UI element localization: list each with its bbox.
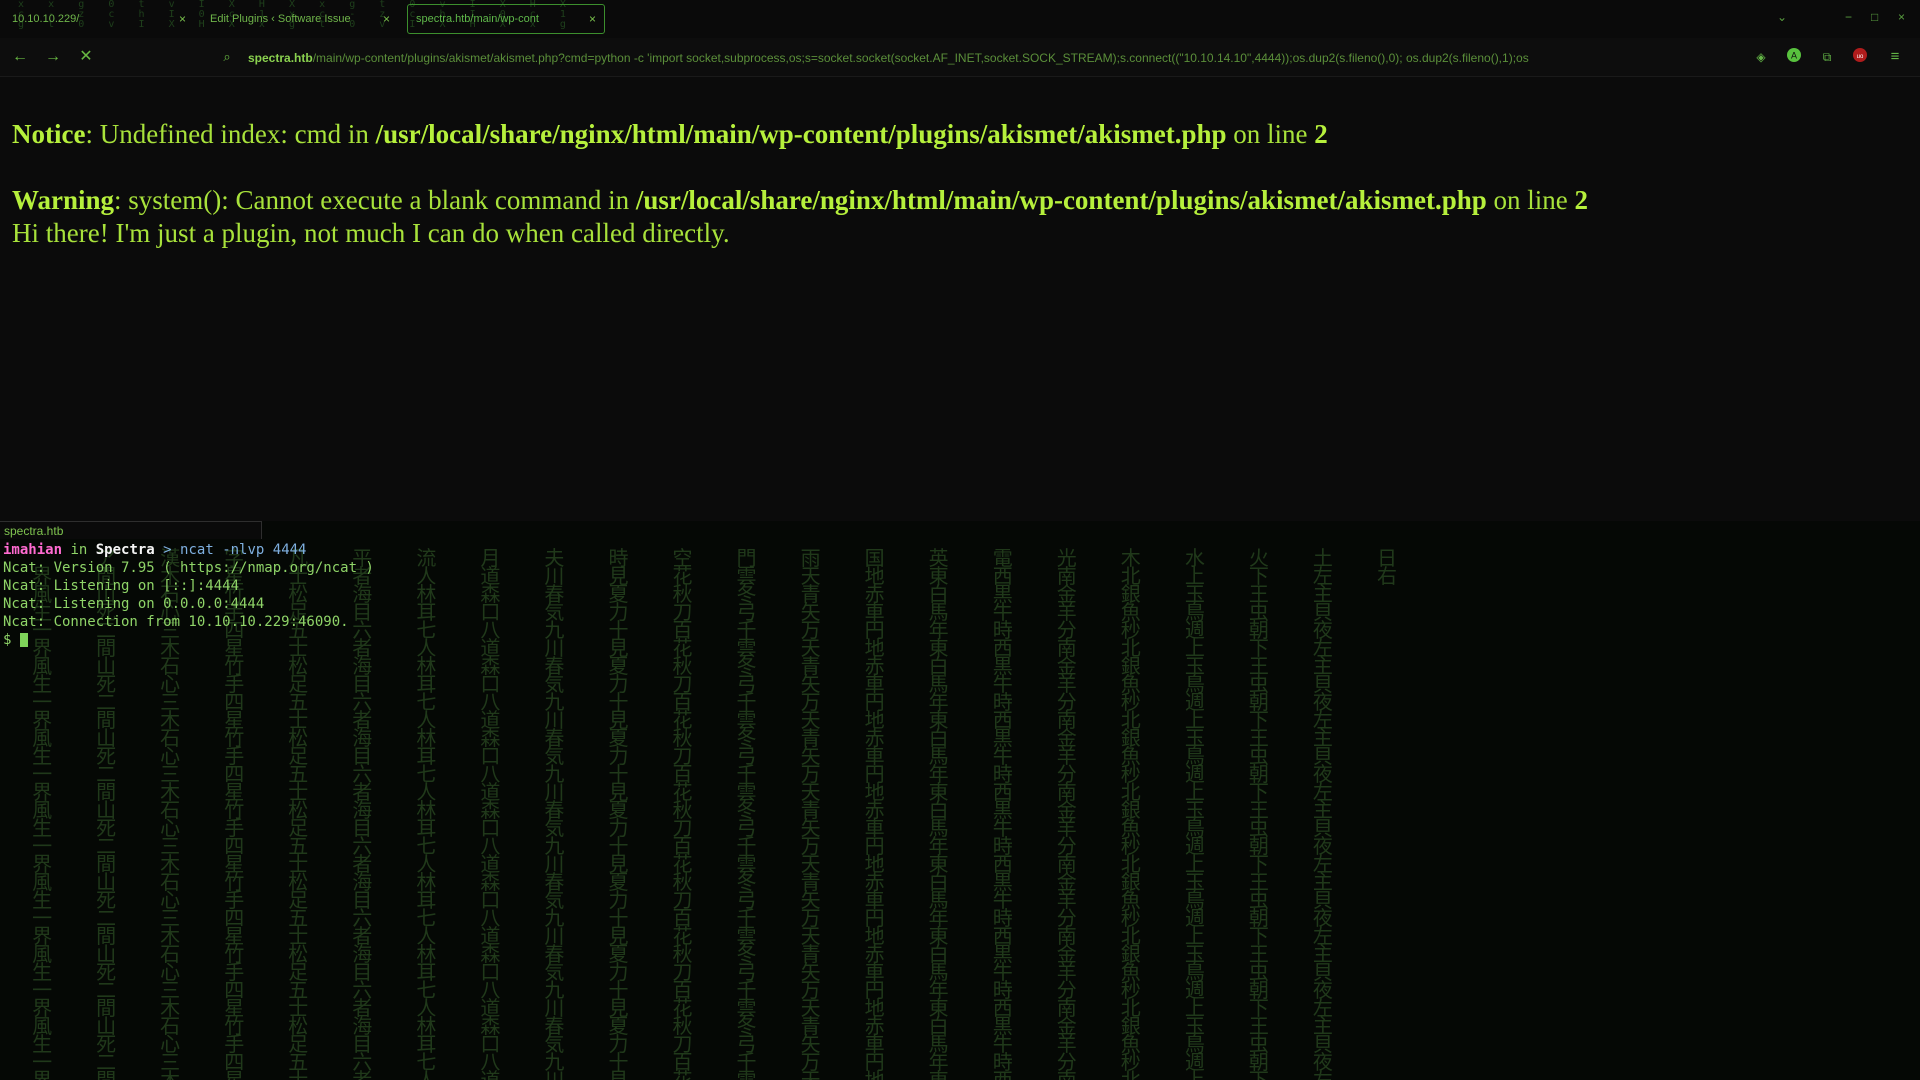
output-line: Ncat: Listening on 0.0.0.0:4444	[3, 596, 265, 612]
tab-edit-plugins[interactable]: Edit Plugins ‹ Software Issue ×	[202, 4, 398, 34]
command-text: ncat -nlvp 4444	[180, 542, 307, 558]
extensions-icon[interactable]: ⧉	[1818, 48, 1836, 66]
ublock-icon[interactable]: uo	[1851, 48, 1869, 66]
tab-title: Edit Plugins ‹ Software Issue	[210, 13, 351, 25]
warning-message: Warning: system(): Cannot execute a blan…	[12, 184, 1902, 217]
search-icon: ⌕	[223, 49, 231, 64]
close-icon[interactable]: ×	[589, 12, 596, 26]
prompt-host: Spectra	[95, 542, 155, 558]
close-window-icon[interactable]: ×	[1898, 10, 1905, 24]
shell-prompt: $	[3, 632, 20, 648]
output-line: Ncat: Connection from 10.10.10.229:46090…	[3, 614, 349, 630]
chevron-down-icon[interactable]: ⌄	[1777, 10, 1787, 24]
svg-text:A: A	[1791, 51, 1797, 61]
tab-title: 10.10.10.229/	[12, 13, 80, 25]
notice-text: : Undefined index: cmd in	[85, 119, 376, 149]
warning-line: 2	[1574, 185, 1589, 215]
notice-path: /usr/local/share/nginx/html/main/wp-cont…	[375, 119, 1227, 149]
prompt-arrow: >	[154, 542, 181, 558]
tab-bar: x x g 0 t v I X H X x g t 0 v I X H X c …	[0, 0, 1920, 38]
output-line: Ncat: Listening on [::]:4444	[3, 578, 240, 594]
warning-path: /usr/local/share/nginx/html/main/wp-cont…	[635, 185, 1487, 215]
close-icon[interactable]: ×	[383, 12, 390, 26]
terminal-window[interactable]: ア 漢 字 凡 平 流 月 夫 時 空 門 雨 国 英 電 光 木 水 火 土 …	[0, 521, 1920, 1080]
forward-arrow-icon[interactable]: →	[43, 47, 63, 67]
stop-loading-icon[interactable]: ✕	[76, 47, 96, 67]
notice-line: 2	[1314, 119, 1328, 149]
warning-label: Warning	[12, 185, 115, 215]
prompt-line: imahian in Spectra > ncat -nlvp 4444	[3, 541, 374, 559]
notice-message: Notice: Undefined index: cmd in /usr/loc…	[12, 118, 1902, 151]
pocket-icon[interactable]: ◈	[1752, 48, 1770, 66]
prompt-in: in	[62, 542, 96, 558]
notice-label: Notice	[12, 119, 86, 149]
tab-10-10-10-229[interactable]: 10.10.10.229/ ×	[4, 4, 194, 34]
output-line: Ncat: Version 7.95 ( https://nmap.org/nc…	[3, 560, 374, 576]
close-icon[interactable]: ×	[179, 12, 186, 26]
svg-text:uo: uo	[1857, 54, 1864, 60]
prompt-user: imahian	[3, 542, 63, 558]
terminal-title: spectra.htb	[0, 521, 262, 539]
warning-online: on line	[1486, 185, 1575, 215]
tab-spectra-akismet[interactable]: spectra.htb/main/wp-cont ×	[407, 4, 605, 34]
url-host: spectra.htb	[248, 51, 313, 65]
minimize-icon[interactable]: −	[1845, 10, 1852, 24]
maximize-icon[interactable]: □	[1871, 10, 1878, 24]
url-bar[interactable]: spectra.htb/main/wp-content/plugins/akis…	[248, 49, 1638, 67]
nav-bar: ← → ✕ ⌕ spectra.htb/main/wp-content/plug…	[0, 38, 1920, 77]
menu-icon[interactable]: ≡	[1886, 48, 1904, 66]
warning-text: : system(): Cannot execute a blank comma…	[114, 185, 636, 215]
text-cursor	[19, 633, 28, 647]
terminal-output: imahian in Spectra > ncat -nlvp 4444 Nca…	[3, 541, 374, 649]
shell-input-line[interactable]: $	[3, 631, 374, 649]
tab-title: spectra.htb/main/wp-cont	[416, 13, 539, 25]
profile-icon[interactable]: A	[1785, 48, 1803, 66]
back-arrow-icon[interactable]: ←	[10, 47, 30, 67]
url-path: /main/wp-content/plugins/akismet/akismet…	[312, 51, 1529, 65]
page-content: Notice: Undefined index: cmd in /usr/loc…	[12, 118, 1902, 250]
notice-online: on line	[1226, 119, 1315, 149]
plugin-message: Hi there! I'm just a plugin, not much I …	[12, 218, 730, 248]
